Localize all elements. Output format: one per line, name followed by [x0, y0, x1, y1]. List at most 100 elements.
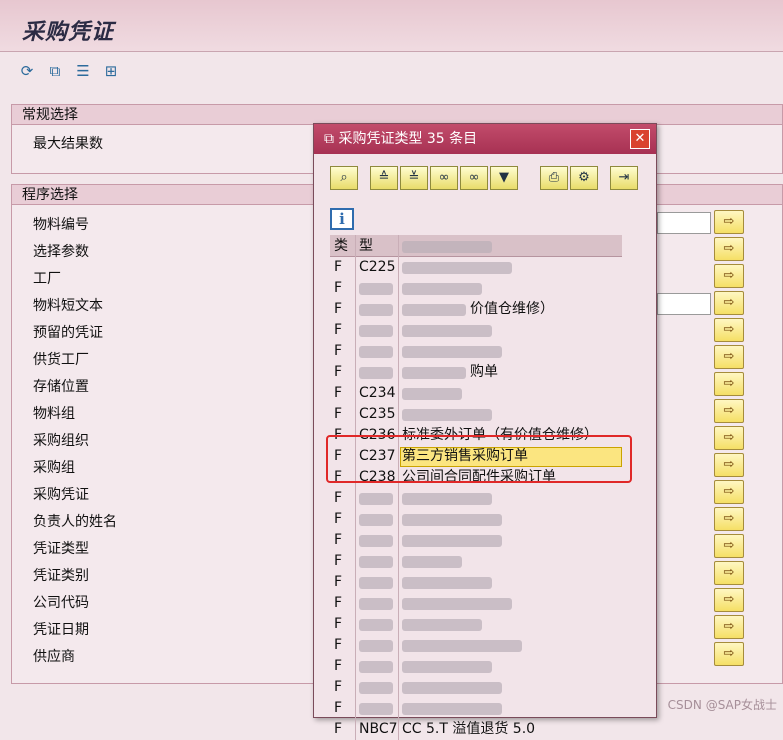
cell-class: F: [334, 595, 343, 611]
settings-icon[interactable]: ⚙: [570, 166, 598, 190]
multiple-selection-button[interactable]: ⇨: [714, 345, 744, 369]
table-row[interactable]: F: [330, 698, 622, 719]
field-label: 采购组: [33, 460, 75, 476]
blurred-cell: [359, 283, 393, 295]
copy-icon[interactable]: ⧉: [44, 60, 66, 82]
cell-class: F: [334, 259, 343, 275]
filter-icon[interactable]: ▼: [490, 166, 518, 190]
field-label: 物料组: [33, 406, 75, 422]
multiple-selection-button[interactable]: ⇨: [714, 210, 744, 234]
col-class-header: 类: [334, 238, 348, 254]
table-row[interactable]: F: [330, 614, 622, 635]
multiple-selection-button[interactable]: ⇨: [714, 561, 744, 585]
blurred-cell: [402, 682, 502, 694]
table-row[interactable]: F C234: [330, 383, 622, 404]
cell-class: F: [334, 511, 343, 527]
export-icon[interactable]: ⇥: [610, 166, 638, 190]
table-row[interactable]: F: [330, 593, 622, 614]
grid-header: 类 型: [330, 235, 622, 257]
cell-description: 购单: [470, 364, 498, 380]
field-label: 采购组织: [33, 433, 89, 449]
blurred-cell: [402, 325, 492, 337]
multiple-selection-button[interactable]: ⇨: [714, 399, 744, 423]
blurred-cell: [402, 703, 502, 715]
col-type-header: 型: [359, 238, 373, 254]
multiple-selection-button[interactable]: ⇨: [714, 480, 744, 504]
table-row[interactable]: F: [330, 320, 622, 341]
blurred-cell: [359, 493, 393, 505]
highlight-annotation: [326, 435, 632, 483]
cell-class: F: [334, 679, 343, 695]
multiple-selection-button[interactable]: ⇨: [714, 615, 744, 639]
result-grid: 类 型 F C225 F F 价值仓维修） F F F 购单 F C234 F C235 F C236 标准委…: [330, 235, 622, 740]
close-icon[interactable]: ✕: [630, 129, 650, 149]
window-title: 采购凭证: [22, 19, 115, 45]
watermark: CSDN @SAP女战士: [667, 698, 777, 712]
save-icon[interactable]: ⊞: [100, 60, 122, 82]
field-label: 负责人的姓名: [33, 514, 117, 530]
info-icon[interactable]: i: [330, 208, 354, 230]
binoculars-next-icon[interactable]: ∞: [460, 166, 488, 190]
doc-type-popup: ⧉ 采购凭证类型 35 条目 ✕ ⌕ ≙ ≚ ∞ ∞ ▼ ⎙ ⚙ ⇥ i 类 型…: [313, 123, 657, 740]
field-label: 存储位置: [33, 379, 89, 395]
blurred-cell: [359, 682, 393, 694]
table-row[interactable]: F: [330, 677, 622, 698]
blurred-cell: [402, 577, 492, 589]
variant-icon[interactable]: ☰: [72, 60, 94, 82]
material-short-text-input[interactable]: [657, 293, 711, 315]
multiple-selection-button[interactable]: ⇨: [714, 264, 744, 288]
material-number-input[interactable]: [657, 212, 711, 234]
multiple-selection-button[interactable]: ⇨: [714, 453, 744, 477]
multiple-selection-button[interactable]: ⇨: [714, 588, 744, 612]
multiple-selection-button[interactable]: ⇨: [714, 291, 744, 315]
multiple-selection-button[interactable]: ⇨: [714, 426, 744, 450]
table-row[interactable]: F: [330, 551, 622, 572]
multiple-selection-button[interactable]: ⇨: [714, 642, 744, 666]
print-icon[interactable]: ⎙: [540, 166, 568, 190]
blurred-cell: [402, 556, 462, 568]
multiple-selection-button[interactable]: ⇨: [714, 237, 744, 261]
cell-class: F: [334, 553, 343, 569]
cell-class: F: [334, 406, 343, 422]
cell-class: F: [334, 721, 343, 737]
multiple-selection-button[interactable]: ⇨: [714, 318, 744, 342]
blurred-cell: [402, 409, 492, 421]
blurred-cell: [359, 325, 393, 337]
multiple-selection-button[interactable]: ⇨: [714, 507, 744, 531]
field-label: 采购凭证: [33, 487, 89, 503]
sort-up-icon[interactable]: ≙: [370, 166, 398, 190]
table-row[interactable]: F: [330, 656, 622, 677]
cell-class: F: [334, 637, 343, 653]
table-row[interactable]: F: [330, 278, 622, 299]
table-row[interactable]: F: [330, 572, 622, 593]
table-row[interactable]: F 价值仓维修）: [330, 299, 622, 320]
multiple-selection-button[interactable]: ⇨: [714, 534, 744, 558]
table-row[interactable]: F: [330, 509, 622, 530]
table-row[interactable]: F: [330, 341, 622, 362]
blurred-cell: [402, 514, 502, 526]
table-row[interactable]: F: [330, 530, 622, 551]
binoculars-icon[interactable]: ∞: [430, 166, 458, 190]
field-label: 供货工厂: [33, 352, 89, 368]
execute-icon[interactable]: ⟳: [16, 60, 38, 82]
popup-title: 采购凭证类型 35 条目: [338, 131, 478, 147]
blurred-cell: [402, 640, 522, 652]
table-row[interactable]: F 购单: [330, 362, 622, 383]
blurred-cell: [402, 367, 466, 379]
table-row[interactable]: F NBC7 CC 5.T 溢值退货 5.0: [330, 719, 622, 740]
grid-divider: [398, 235, 399, 740]
table-row[interactable]: F: [330, 635, 622, 656]
find-icon[interactable]: ⌕: [330, 166, 358, 190]
table-row[interactable]: F C235: [330, 404, 622, 425]
cell-class: F: [334, 574, 343, 590]
sort-down-icon[interactable]: ≚: [400, 166, 428, 190]
multiple-selection-button[interactable]: ⇨: [714, 372, 744, 396]
field-label: 物料短文本: [33, 298, 103, 314]
table-row[interactable]: F C225: [330, 257, 622, 278]
blurred-cell: [359, 514, 393, 526]
cell-type: C235: [359, 406, 396, 422]
blurred-cell: [359, 535, 393, 547]
blurred-cell: [402, 493, 492, 505]
table-row[interactable]: F: [330, 488, 622, 509]
cell-class: F: [334, 490, 343, 506]
